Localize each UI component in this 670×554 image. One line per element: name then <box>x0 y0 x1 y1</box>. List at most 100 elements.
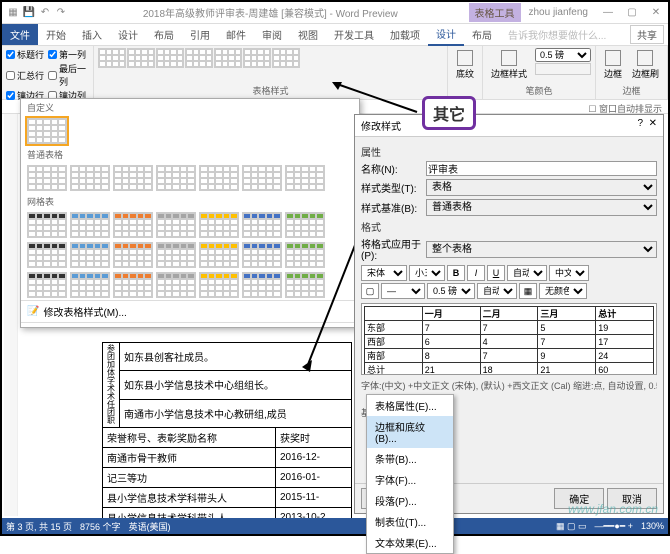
style-thumb[interactable] <box>70 242 110 268</box>
italic-button[interactable]: I <box>467 265 485 281</box>
border-style-icon <box>501 50 517 66</box>
check-first-col[interactable]: 第一列 <box>48 48 89 61</box>
redo-icon[interactable]: ↷ <box>54 6 68 20</box>
tab-insert[interactable]: 插入 <box>74 24 110 45</box>
style-gallery-mini[interactable] <box>98 48 443 68</box>
check-total-row[interactable]: 汇总行 <box>6 62 44 88</box>
stroke-color-select[interactable]: 自动 <box>477 283 517 299</box>
style-thumb[interactable] <box>27 165 67 191</box>
bold-button[interactable]: B <box>447 265 465 281</box>
undo-icon[interactable]: ↶ <box>38 6 52 20</box>
borders-button[interactable]: 边框 <box>600 48 626 82</box>
close-icon[interactable]: ✕ <box>649 118 657 129</box>
style-thumb[interactable] <box>199 165 239 191</box>
fill-icon[interactable]: ▦ <box>519 283 537 299</box>
style-thumb[interactable] <box>156 242 196 268</box>
style-thumb[interactable] <box>156 212 196 238</box>
group-label: 笔颜色 <box>487 84 591 97</box>
menu-text-effects[interactable]: 文本效果(E)... <box>367 532 453 553</box>
style-thumb[interactable] <box>285 272 325 298</box>
style-thumb[interactable] <box>199 272 239 298</box>
tell-me-search[interactable]: 告诉我你想要做什么... <box>500 27 630 42</box>
tab-table-layout[interactable]: 布局 <box>464 24 500 45</box>
name-input[interactable] <box>426 161 657 176</box>
border-none-icon[interactable]: ▢ <box>361 283 379 299</box>
style-thumb[interactable] <box>242 165 282 191</box>
maximize-icon[interactable]: ▢ <box>620 3 644 23</box>
size-select[interactable]: 小五 <box>409 265 445 281</box>
color-select[interactable]: 自动 <box>507 265 547 281</box>
stroke-select[interactable]: — <box>381 283 425 299</box>
help-icon[interactable]: ? <box>637 118 643 129</box>
style-thumb[interactable] <box>199 212 239 238</box>
menu-table-props[interactable]: 表格属性(E)... <box>367 395 453 416</box>
menu-tabs[interactable]: 制表位(T)... <box>367 511 453 532</box>
minimize-icon[interactable]: — <box>596 3 620 23</box>
style-thumb[interactable] <box>70 165 110 191</box>
share-button[interactable]: 共享 <box>630 25 664 44</box>
style-thumb[interactable] <box>113 272 153 298</box>
style-thumb[interactable] <box>113 212 153 238</box>
tab-mailings[interactable]: 邮件 <box>218 24 254 45</box>
tab-references[interactable]: 引用 <box>182 24 218 45</box>
style-thumb[interactable] <box>285 165 325 191</box>
style-thumb[interactable] <box>156 272 196 298</box>
close-icon[interactable]: ✕ <box>644 3 668 23</box>
type-select[interactable]: 表格 <box>426 179 657 196</box>
status-lang[interactable]: 英语(美国) <box>129 520 171 533</box>
weight-select[interactable]: 0.5 磅 <box>427 283 475 299</box>
style-thumb[interactable] <box>113 165 153 191</box>
save-icon[interactable]: 💾 <box>22 6 36 20</box>
style-thumb[interactable] <box>156 165 196 191</box>
style-thumb[interactable] <box>27 272 67 298</box>
tab-home[interactable]: 开始 <box>38 24 74 45</box>
tab-table-design[interactable]: 设计 <box>428 23 464 46</box>
apply-select[interactable]: 整个表格 <box>426 241 657 258</box>
tab-addins[interactable]: 加载项 <box>382 24 428 45</box>
style-thumb[interactable] <box>27 242 67 268</box>
shading-button[interactable]: 底纹 <box>452 48 478 82</box>
status-page[interactable]: 第 3 页, 共 15 页 <box>6 520 72 533</box>
tab-developer[interactable]: 开发工具 <box>326 24 382 45</box>
style-thumb[interactable] <box>27 118 67 144</box>
gallery-modify[interactable]: 📝 修改表格样式(M)... <box>21 300 359 322</box>
style-thumb[interactable] <box>27 212 67 238</box>
font-select[interactable]: 宋体 <box>361 265 407 281</box>
user-name[interactable]: zhou jianfeng <box>521 7 597 18</box>
status-zoom[interactable]: 130% <box>641 521 664 531</box>
style-thumb[interactable] <box>70 212 110 238</box>
tab-review[interactable]: 审阅 <box>254 24 290 45</box>
menu-banding[interactable]: 条带(B)... <box>367 448 453 469</box>
style-thumb[interactable] <box>199 242 239 268</box>
style-thumb[interactable] <box>70 272 110 298</box>
fill-select[interactable]: 无颜色 <box>539 283 587 299</box>
menu-font[interactable]: 字体(F)... <box>367 469 453 490</box>
menu-borders-shading[interactable]: 边框和底纹(B)... <box>367 416 453 448</box>
lang-select[interactable]: 中文 <box>549 265 589 281</box>
tab-design[interactable]: 设计 <box>110 24 146 45</box>
base-select[interactable]: 普通表格 <box>426 199 657 216</box>
menu-paragraph[interactable]: 段落(P)... <box>367 490 453 511</box>
pen-weight-select[interactable]: 0.5 磅 <box>535 48 591 62</box>
style-thumb[interactable] <box>242 242 282 268</box>
window-title: 2018年高级教师评审表-周建雄 [兼容模式] - Word Preview <box>72 5 469 20</box>
dialog-titlebar[interactable]: 修改样式 ? ✕ <box>355 115 663 137</box>
style-thumb[interactable] <box>242 212 282 238</box>
gallery-clear[interactable]: 🧹 清除(C) <box>21 322 359 328</box>
check-header-row[interactable]: 标题行 <box>6 48 44 61</box>
style-thumb[interactable] <box>242 272 282 298</box>
tab-layout[interactable]: 布局 <box>146 24 182 45</box>
pen-color-button[interactable] <box>535 63 591 75</box>
border-style-button[interactable]: 边框样式 <box>487 48 531 82</box>
border-painter-button[interactable]: 边框刷 <box>628 48 663 82</box>
underline-button[interactable]: U <box>487 265 505 281</box>
check-last-col[interactable]: 最后一列 <box>48 62 89 88</box>
view-icons[interactable]: ▦ ▢ ▭ <box>556 521 587 532</box>
tab-file[interactable]: 文件 <box>2 24 38 45</box>
status-words[interactable]: 8756 个字 <box>80 520 121 533</box>
style-thumb[interactable] <box>285 242 325 268</box>
tab-view[interactable]: 视图 <box>290 24 326 45</box>
style-thumb[interactable] <box>285 212 325 238</box>
style-thumb[interactable] <box>113 242 153 268</box>
group-style-options: 标题行 第一列 汇总行 最后一列 镶边行 镶边列 表样式选项 <box>2 46 94 99</box>
